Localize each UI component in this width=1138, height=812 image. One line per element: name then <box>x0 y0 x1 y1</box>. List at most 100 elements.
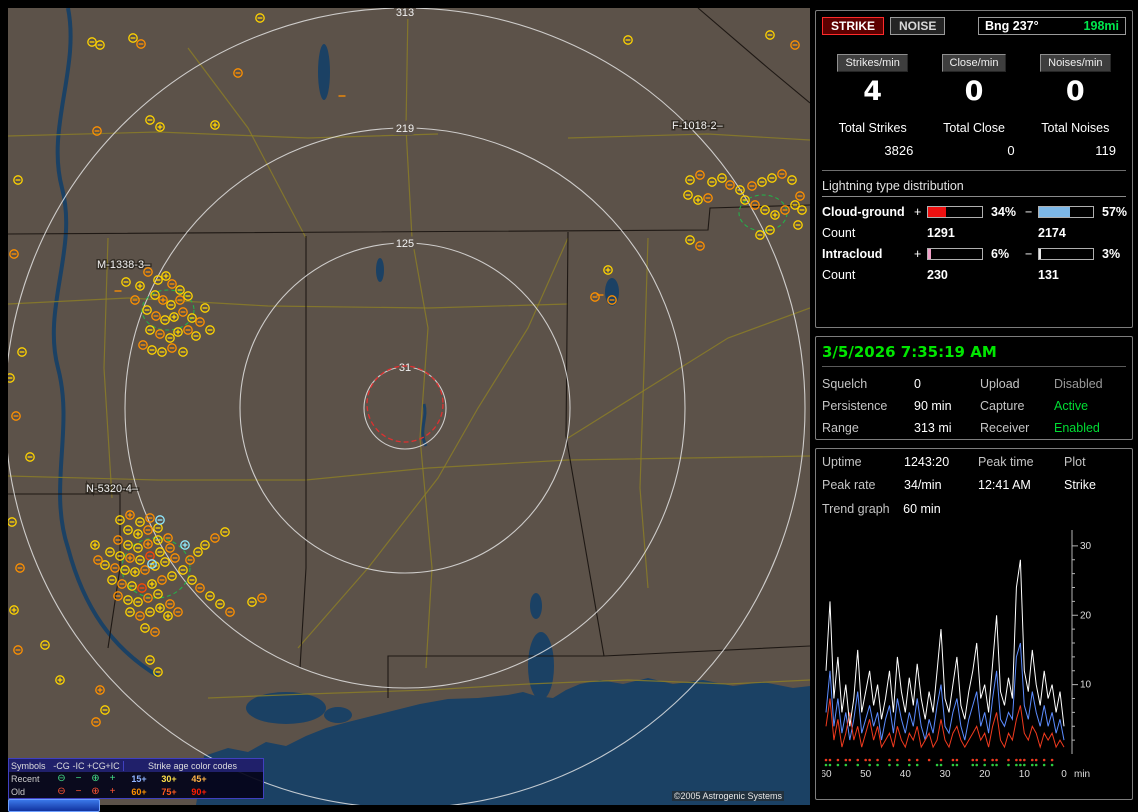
legend-row-old: Old ⊖ − ⊕ +60+ 75+ 90+ <box>9 785 263 798</box>
peak-rate-label: Peak rate <box>822 478 876 492</box>
cloud-ground-label: Cloud-ground <box>822 205 905 219</box>
receiver-value: Enabled <box>1054 421 1100 435</box>
legend-col-pcg: +CG <box>87 760 106 771</box>
legend-age-code: 45+ <box>191 773 207 784</box>
legend-age-title: Strike age color codes <box>123 760 261 771</box>
range-ring-label: 313 <box>396 8 414 19</box>
ic-plus-count: 230 <box>927 268 948 282</box>
uptime-value: 1243:20 <box>904 455 950 469</box>
svg-text:60: 60 <box>822 769 832 780</box>
legend-age-code: 60+ <box>131 786 147 797</box>
squelch-label: Squelch <box>822 377 868 391</box>
trend-series-strikes <box>825 559 1065 727</box>
status-grid: Squelch 0 Upload Disabled Persistence 90… <box>822 377 1126 435</box>
legend-symbol-icon: ⊖ <box>57 772 66 784</box>
legend-col-nic: -IC <box>72 760 85 771</box>
distribution-table: Cloud-ground + 34% − 57% Count 1291 2174… <box>822 205 1127 282</box>
squelch-value: 0 <box>914 377 921 391</box>
trend-panel: Uptime 1243:20 Peak time Plot Peak rate … <box>815 448 1133 800</box>
legend-header: Symbols -CG -IC +CG +IC Strike age color… <box>9 759 263 772</box>
storm-cell-label: M-1338-3– <box>97 259 151 271</box>
legend-symbol-icon: ⊖ <box>57 785 66 797</box>
legend-col-pic: +IC <box>105 760 120 771</box>
datetime-display: 3/5/2026 7:35:19 AM <box>822 343 1126 367</box>
svg-text:10: 10 <box>1019 769 1031 780</box>
ic-minus-bar <box>1038 248 1094 260</box>
legend-symbol-icon: + <box>109 785 116 797</box>
storm-cell-label: F-1018-2– <box>672 120 724 132</box>
stats-panel: STRIKE NOISE Bng 237° 198mi Strikes/min … <box>815 10 1133 328</box>
status-panel: 3/5/2026 7:35:19 AM Squelch 0 Upload Dis… <box>815 336 1133 440</box>
strike-toggle-button[interactable]: STRIKE <box>822 17 885 35</box>
legend-symbol-icon: ⊕ <box>91 785 100 797</box>
nexstorm-window: { "map": { "copyright": "©2005 Astrogeni… <box>0 0 1138 812</box>
noises-per-min-value: 0 <box>1065 76 1085 107</box>
legend-symbols-title: Symbols <box>11 760 46 771</box>
legend-age-code: 75+ <box>161 786 177 797</box>
strike-legend: Symbols -CG -IC +CG +IC Strike age color… <box>8 758 264 799</box>
total-close-label: Total Close <box>943 121 1005 135</box>
bearing-value: Bng 237° <box>985 19 1039 33</box>
range-value: 313 mi <box>914 421 952 435</box>
capture-label: Capture <box>980 399 1025 413</box>
legend-symbol-icon: − <box>75 785 82 797</box>
total-close-value: 0 <box>1007 143 1015 158</box>
side-panel: STRIKE NOISE Bng 237° 198mi Strikes/min … <box>815 10 1133 800</box>
legend-symbol-icon: + <box>109 772 116 784</box>
range-label: Range <box>822 421 859 435</box>
cg-plus-bar <box>927 206 983 218</box>
capture-value: Active <box>1054 399 1089 413</box>
intracloud-label: Intracloud <box>822 247 883 261</box>
peak-time-label: Peak time <box>978 455 1034 469</box>
total-strikes-value: 3826 <box>884 143 914 158</box>
range-ring-label: 31 <box>399 362 411 374</box>
svg-text:10: 10 <box>1080 680 1092 691</box>
noise-toggle-button[interactable]: NOISE <box>890 17 946 35</box>
minus-sign: − <box>1025 247 1033 261</box>
lightning-map[interactable]: 313 219 125 31 F-1018-2– M-1338-3– N-5320-4– … <box>8 8 810 805</box>
trend-graph-window: 60 min <box>903 502 941 516</box>
cg-minus-count: 2174 <box>1038 226 1066 240</box>
legend-row-recent: Recent ⊖ − ⊕ +15+ 30+ 45+ <box>9 772 263 785</box>
ic-plus-bar <box>927 248 983 260</box>
copyright-text: ©2005 Astrogenic Systems <box>671 791 784 801</box>
legend-row-label: Recent <box>11 773 40 784</box>
uptime-label: Uptime <box>822 455 862 469</box>
bearing-distance: 198mi <box>1083 19 1119 33</box>
svg-text:20: 20 <box>1080 610 1092 621</box>
total-strikes-label: Total Strikes <box>838 121 907 135</box>
taskbar-fragment[interactable] <box>8 799 100 812</box>
range-ring-label: 219 <box>396 123 414 135</box>
legend-row-label: Old <box>11 786 26 797</box>
total-noises-label: Total Noises <box>1041 121 1110 135</box>
legend-age-code: 15+ <box>131 773 147 784</box>
ic-minus-count: 131 <box>1038 268 1059 282</box>
cg-minus-pct: 57% <box>1102 205 1128 219</box>
upload-value: Disabled <box>1054 377 1103 391</box>
receiver-label: Receiver <box>980 421 1030 435</box>
bearing-display: Bng 237° 198mi <box>978 17 1126 35</box>
cg-plus-count: 1291 <box>927 226 955 240</box>
minus-sign: − <box>1025 205 1033 219</box>
trend-graph: 10 20 30 60 50 40 30 20 10 0 min <box>820 530 1092 780</box>
count-label: Count <box>822 268 856 282</box>
legend-age-code: 90+ <box>191 786 207 797</box>
noises-per-min-button[interactable]: Noises/min <box>1040 54 1111 72</box>
divider <box>822 170 1126 171</box>
svg-text:min: min <box>1074 769 1090 780</box>
legend-col-ncg: -CG <box>53 760 70 771</box>
close-per-min-value: 0 <box>964 76 984 107</box>
storm-cell-label: N-5320-4– <box>86 483 139 495</box>
distribution-title: Lightning type distribution <box>822 179 1126 197</box>
count-label: Count <box>822 226 856 240</box>
svg-text:20: 20 <box>979 769 991 780</box>
strikes-per-min-button[interactable]: Strikes/min <box>837 54 908 72</box>
total-noises-value: 119 <box>1095 143 1116 158</box>
plus-sign: + <box>914 205 922 219</box>
close-per-min-button[interactable]: Close/min <box>941 54 1007 72</box>
peak-time-value: 12:41 AM <box>978 478 1031 492</box>
svg-text:40: 40 <box>900 769 912 780</box>
plus-sign: + <box>914 247 922 261</box>
legend-symbol-icon: ⊕ <box>91 772 100 784</box>
plot-value: Strike <box>1064 478 1096 492</box>
